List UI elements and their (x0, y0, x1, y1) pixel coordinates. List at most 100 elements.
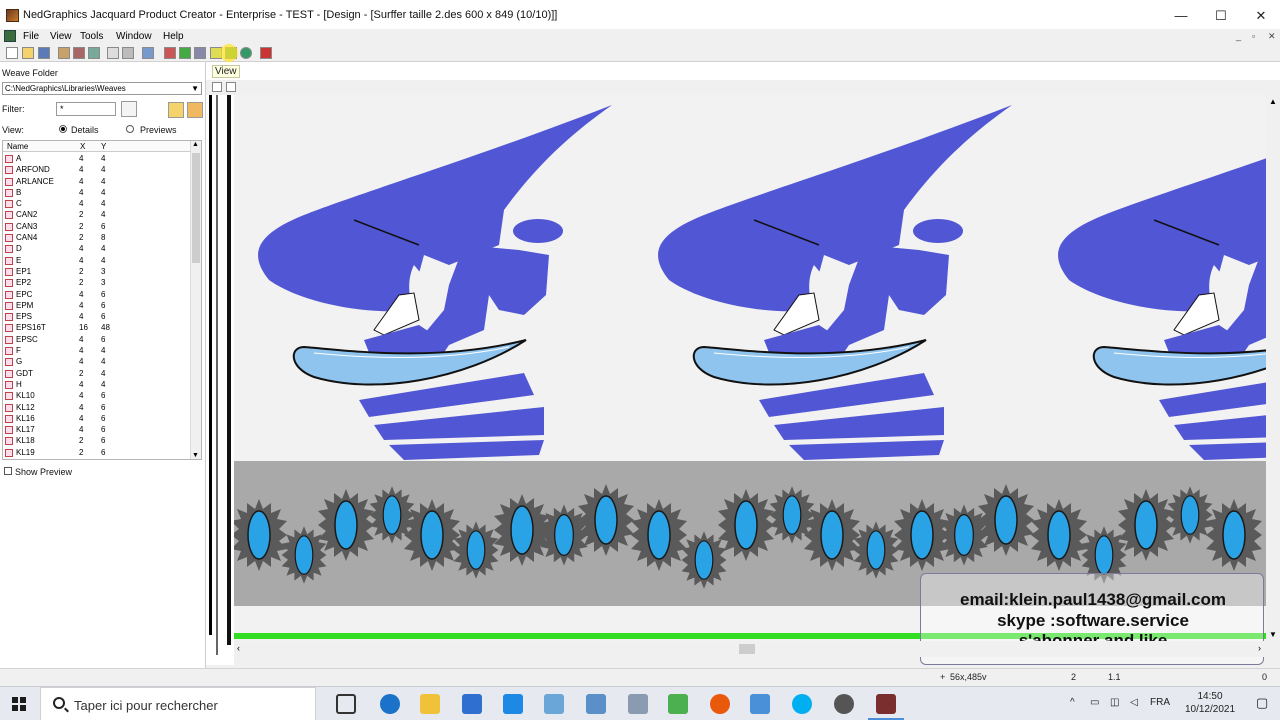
folder-up-icon[interactable] (187, 102, 203, 118)
settings-icon[interactable] (834, 694, 854, 714)
scroll-right-icon[interactable]: › (1258, 643, 1261, 653)
filter-input[interactable]: * (56, 102, 116, 116)
list-item[interactable]: EP1 2 3 (3, 266, 191, 277)
app-icon-1[interactable] (544, 694, 564, 714)
app-icon-4[interactable] (750, 694, 770, 714)
design-canvas[interactable] (234, 95, 1266, 641)
list-item[interactable]: EPM 4 6 (3, 300, 191, 311)
save-icon[interactable] (38, 47, 50, 59)
menu-view[interactable]: View (50, 31, 72, 42)
paste-icon[interactable] (88, 47, 100, 59)
list-item[interactable]: KL17 4 6 (3, 424, 191, 435)
task-view-icon[interactable] (336, 694, 356, 714)
list-item[interactable]: E 4 4 (3, 255, 191, 266)
app-icon-3[interactable] (628, 694, 648, 714)
mdi-minimize-button[interactable]: _ (1236, 31, 1241, 41)
list-item[interactable]: KL10 4 6 (3, 390, 191, 401)
skype-icon[interactable] (792, 694, 812, 714)
nedgraphics-icon[interactable] (876, 694, 896, 714)
battery-icon[interactable]: ▭ (1090, 697, 1099, 708)
list-item[interactable]: EPS 4 6 (3, 311, 191, 322)
print-icon[interactable] (122, 47, 134, 59)
list-item[interactable]: ARLANCE 4 4 (3, 176, 191, 187)
globe-icon[interactable] (142, 47, 154, 59)
canvas-vertical-scrollbar[interactable]: ▲ ▼ (1266, 95, 1280, 641)
open-icon[interactable] (22, 47, 34, 59)
edge-icon[interactable] (380, 694, 400, 714)
print-preview-icon[interactable] (107, 47, 119, 59)
menu-file[interactable]: File (23, 31, 39, 42)
windows-start-icon[interactable] (12, 697, 26, 711)
notifications-icon[interactable]: ▢ (1256, 695, 1268, 711)
language-indicator[interactable]: FRA (1150, 697, 1170, 708)
list-item[interactable]: ARFOND 4 4 (3, 164, 191, 175)
list-item[interactable]: EPC 4 6 (3, 289, 191, 300)
close-button[interactable]: ✕ (1238, 0, 1280, 31)
firefox-icon[interactable] (710, 694, 730, 714)
list-item[interactable]: F 4 4 (3, 345, 191, 356)
volume-icon[interactable]: ◁ (1130, 697, 1138, 708)
jacquard-icon[interactable] (260, 47, 272, 59)
scroll-down-icon[interactable]: ▼ (192, 452, 199, 459)
document-icon[interactable] (4, 30, 16, 42)
grid-icon[interactable] (194, 47, 206, 59)
scroll-thumb[interactable] (739, 644, 755, 654)
column-x[interactable]: X (80, 142, 85, 151)
taskbar-search[interactable]: Taper ici pour rechercher (40, 687, 316, 720)
list-item[interactable]: EPS16T 16 48 (3, 322, 191, 333)
store-icon[interactable] (462, 694, 482, 714)
select-tool-icon[interactable] (226, 82, 236, 92)
taskbar-clock[interactable]: 14:50 10/12/2021 (1180, 690, 1240, 716)
folder-path-select[interactable]: C:\NedGraphics\Libraries\Weaves ▼ (2, 82, 202, 95)
list-item[interactable]: KL19 2 6 (3, 447, 191, 458)
chevron-down-icon[interactable]: ▼ (191, 83, 199, 94)
scroll-up-icon[interactable]: ▲ (192, 141, 199, 148)
scroll-down-icon[interactable]: ▼ (1269, 630, 1277, 639)
list-item[interactable]: CAN2 2 4 (3, 209, 191, 220)
list-item[interactable]: GDT 2 4 (3, 368, 191, 379)
mdi-restore-button[interactable]: ▫ (1252, 31, 1255, 41)
list-item[interactable]: CAN3 2 6 (3, 221, 191, 232)
list-item[interactable]: KL12 4 6 (3, 402, 191, 413)
list-item[interactable]: CAN4 2 8 (3, 232, 191, 243)
scroll-left-icon[interactable]: ‹ (237, 643, 240, 653)
network-icon[interactable]: ◫ (1110, 697, 1119, 708)
copy-icon[interactable] (73, 47, 85, 59)
canvas-horizontal-scrollbar[interactable]: ‹ › (234, 641, 1266, 657)
mdi-close-button[interactable]: ✕ (1268, 31, 1276, 42)
cut-icon[interactable] (58, 47, 70, 59)
list-item[interactable]: A 4 4 (3, 153, 191, 164)
palette-icon[interactable] (164, 47, 176, 59)
menu-tools[interactable]: Tools (80, 31, 103, 42)
list-item[interactable]: EPSC 4 6 (3, 334, 191, 345)
list-item[interactable]: D 4 4 (3, 243, 191, 254)
list-scrollbar[interactable]: ▲ ▼ (190, 141, 201, 459)
weave-icon[interactable] (179, 47, 191, 59)
list-item[interactable]: C 4 4 (3, 198, 191, 209)
list-item[interactable]: KL16 4 6 (3, 413, 191, 424)
pointer-tool-icon[interactable] (212, 82, 222, 92)
mail-icon[interactable] (503, 694, 523, 714)
folder-open-icon[interactable] (168, 102, 184, 118)
list-item[interactable]: H 4 4 (3, 379, 191, 390)
previews-radio[interactable] (126, 125, 134, 133)
refresh-icon[interactable] (121, 101, 137, 117)
menu-window[interactable]: Window (116, 31, 152, 42)
chevron-up-icon[interactable]: ^ (1070, 697, 1075, 708)
list-item[interactable]: B 4 4 (3, 187, 191, 198)
calculator-icon[interactable] (668, 694, 688, 714)
column-y[interactable]: Y (101, 142, 106, 151)
scroll-thumb[interactable] (192, 153, 200, 263)
list-item[interactable]: EP2 2 3 (3, 277, 191, 288)
details-radio[interactable] (59, 125, 67, 133)
show-preview-checkbox[interactable] (4, 467, 12, 475)
menu-help[interactable]: Help (163, 31, 184, 42)
app-icon-2[interactable] (586, 694, 606, 714)
list-item[interactable]: KL18 2 6 (3, 435, 191, 446)
new-icon[interactable] (6, 47, 18, 59)
info-icon[interactable] (240, 47, 252, 59)
list-item[interactable]: G 4 4 (3, 356, 191, 367)
file-explorer-icon[interactable] (420, 694, 440, 714)
scroll-up-icon[interactable]: ▲ (1269, 97, 1277, 106)
column-name[interactable]: Name (7, 142, 28, 151)
